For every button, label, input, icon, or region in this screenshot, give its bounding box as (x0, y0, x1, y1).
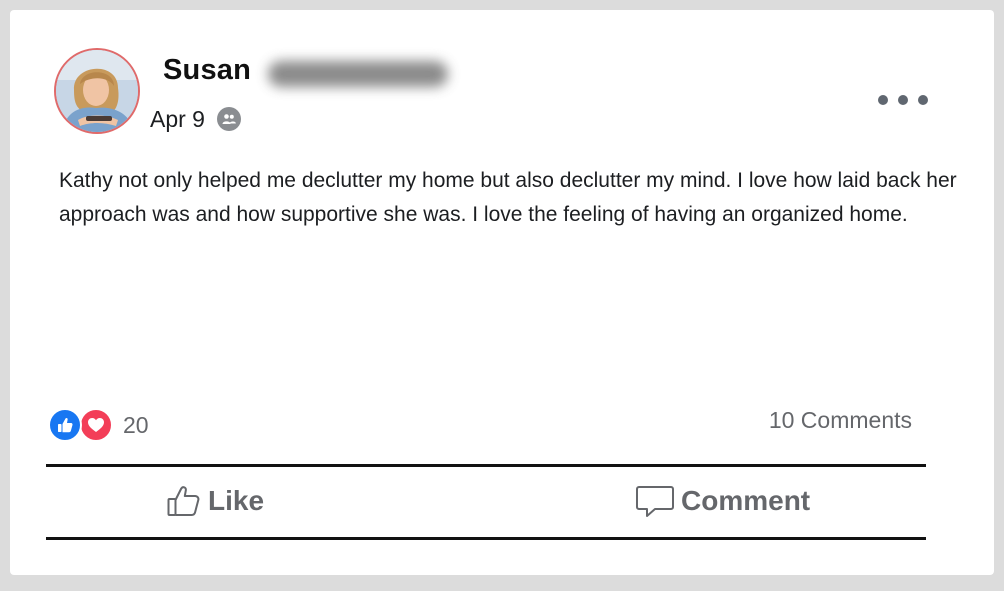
reaction-count: 20 (123, 411, 149, 438)
like-label: Like (208, 485, 265, 516)
more-dot-icon (918, 95, 928, 105)
more-dot-icon (878, 95, 888, 105)
like-reaction-icon (48, 408, 82, 442)
comment-bubble-icon (636, 486, 674, 517)
reactions-summary[interactable]: 20 (48, 407, 149, 443)
post-card: Susan Apr 9 Kathy not only helped me dec… (10, 10, 994, 575)
divider (46, 464, 926, 467)
comment-button[interactable]: Comment (635, 476, 810, 526)
divider (46, 537, 926, 540)
like-button[interactable]: Like (166, 476, 264, 526)
more-dot-icon (898, 95, 908, 105)
author-name[interactable]: Susan (163, 54, 251, 87)
comment-label: Comment (681, 485, 811, 516)
comments-count-link[interactable]: 10 Comments (769, 407, 912, 434)
avatar[interactable] (54, 48, 140, 134)
friends-icon (217, 107, 241, 131)
name-redaction (268, 61, 448, 87)
thumbs-up-icon (167, 486, 200, 516)
post-date[interactable]: Apr 9 (150, 106, 205, 133)
more-options-button[interactable] (878, 90, 928, 110)
love-reaction-icon (79, 408, 113, 442)
post-text: Kathy not only helped me declutter my ho… (59, 169, 957, 226)
